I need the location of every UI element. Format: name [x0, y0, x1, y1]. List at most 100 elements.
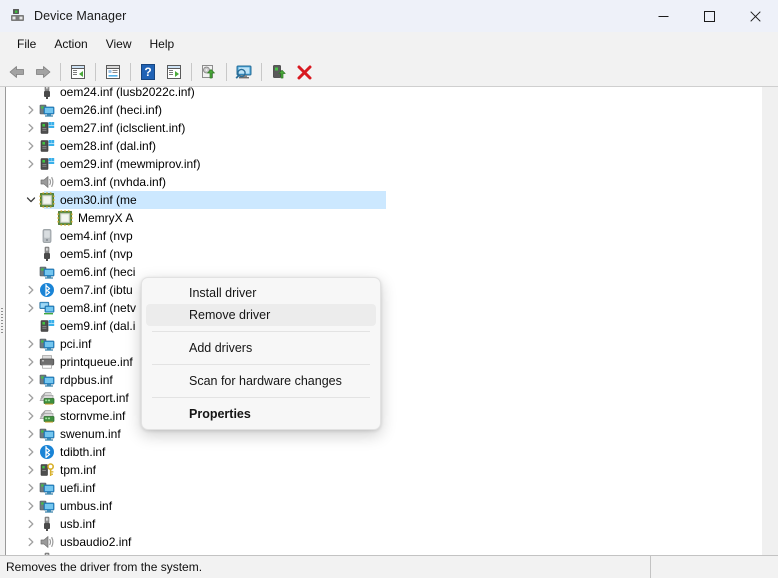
tree-row[interactable]: swenum.inf [6, 425, 778, 443]
toolbar-separator [191, 63, 192, 81]
tree-row[interactable]: oem30.inf (me [6, 191, 778, 209]
help-icon[interactable]: ? [135, 60, 161, 84]
tree-row[interactable]: oem27.inf (iclsclient.inf) [6, 119, 778, 137]
show-hide-action-pane-icon[interactable] [161, 60, 187, 84]
properties-icon[interactable] [100, 60, 126, 84]
tree-row[interactable]: usbaudio2.inf [6, 533, 778, 551]
tree-row[interactable]: oem4.inf (nvp [6, 227, 778, 245]
usb-connector-icon [39, 516, 55, 532]
chevron-right-icon[interactable] [23, 101, 39, 119]
tree-row-label: tpm.inf [60, 462, 96, 478]
menu-view[interactable]: View [97, 34, 141, 55]
show-hide-console-tree-icon[interactable] [65, 60, 91, 84]
chevron-right-icon[interactable] [23, 461, 39, 479]
tree-row[interactable]: spaceport.inf [6, 389, 778, 407]
tree-row[interactable]: oem5.inf (nvp [6, 245, 778, 263]
tree-row-label: printqueue.inf [60, 354, 133, 370]
chevron-right-icon[interactable] [23, 281, 39, 299]
device-manager-window: Device Manager File Action View Help [0, 0, 778, 578]
chevron-down-icon[interactable] [23, 191, 39, 209]
menu-action[interactable]: Action [45, 34, 96, 55]
computer-icon [39, 426, 55, 442]
tree-row-label: pci.inf [60, 336, 91, 352]
chevron-right-icon[interactable] [23, 533, 39, 551]
tree-scrollbar[interactable] [762, 87, 778, 555]
update-driver-icon[interactable] [196, 60, 222, 84]
tree-row[interactable]: oem8.inf (netv [6, 299, 778, 317]
chevron-right-icon[interactable] [23, 353, 39, 371]
forward-icon[interactable] [30, 60, 56, 84]
tree-row-label: oem9.inf (dal.i [60, 318, 135, 334]
svg-text:?: ? [144, 65, 151, 79]
computer-icon [39, 498, 55, 514]
tree-row[interactable]: usb.inf [6, 515, 778, 533]
tree-row-label: oem6.inf (heci [60, 264, 135, 280]
tree-row-label: oem27.inf (iclsclient.inf) [60, 120, 185, 136]
enable-device-icon[interactable] [266, 60, 292, 84]
menu-help[interactable]: Help [141, 34, 184, 55]
tree-row[interactable]: oem28.inf (dal.inf) [6, 137, 778, 155]
menu-file[interactable]: File [8, 34, 45, 55]
tree-row[interactable]: oem26.inf (heci.inf) [6, 101, 778, 119]
tree-row[interactable]: uefi.inf [6, 479, 778, 497]
context-menu-item-scan-for-hardware-changes[interactable]: Scan for hardware changes [146, 370, 376, 392]
tree-row-label: oem4.inf (nvp [60, 228, 133, 244]
chevron-right-icon[interactable] [23, 425, 39, 443]
chevron-right-icon[interactable] [23, 389, 39, 407]
chevron-right-icon[interactable] [23, 137, 39, 155]
chip-icon [39, 192, 55, 208]
tree-row[interactable]: pci.inf [6, 335, 778, 353]
chevron-right-icon[interactable] [23, 335, 39, 353]
tree-row-label: oem26.inf (heci.inf) [60, 102, 162, 118]
chevron-right-icon[interactable] [23, 515, 39, 533]
tree-row[interactable]: oem29.inf (mewmiprov.inf) [6, 155, 778, 173]
chevron-right-icon[interactable] [23, 497, 39, 515]
tree-row-label: usbaudio2.inf [60, 534, 131, 550]
chevron-right-icon[interactable] [23, 479, 39, 497]
close-button[interactable] [732, 0, 778, 32]
context-menu-item-properties[interactable]: Properties [146, 403, 376, 425]
minimize-button[interactable] [640, 0, 686, 32]
chevron-right-icon[interactable] [23, 443, 39, 461]
scan-for-hardware-changes-icon[interactable] [231, 60, 257, 84]
chevron-right-icon[interactable] [23, 407, 39, 425]
chevron-right-icon[interactable] [23, 299, 39, 317]
tree-row[interactable]: rdpbus.inf [6, 371, 778, 389]
tree-row[interactable]: umbus.inf [6, 497, 778, 515]
tree-row[interactable]: tdibth.inf [6, 443, 778, 461]
system-device-icon [39, 120, 55, 136]
tree-row[interactable]: printqueue.inf [6, 353, 778, 371]
device-tree-pane[interactable]: oem24.inf (lusb2022c.inf) oem26.inf (heci… [6, 87, 778, 555]
tree-row[interactable]: stornvme.inf [6, 407, 778, 425]
maximize-button[interactable] [686, 0, 732, 32]
tree-row[interactable]: oem7.inf (ibtu [6, 281, 778, 299]
context-menu: Install driver Remove driver Add drivers… [141, 277, 381, 430]
status-bar: Removes the driver from the system. [0, 555, 778, 578]
tree-row[interactable]: oem6.inf (heci [6, 263, 778, 281]
tree-row[interactable]: MemryX A [6, 209, 778, 227]
tree-row[interactable]: oem24.inf (lusb2022c.inf) [6, 87, 778, 101]
context-menu-item-install-driver[interactable]: Install driver [146, 282, 376, 304]
tree-row-label: swenum.inf [60, 426, 121, 442]
back-icon[interactable] [4, 60, 30, 84]
context-menu-item-add-drivers[interactable]: Add drivers [146, 337, 376, 359]
tree-row[interactable]: oem3.inf (nvhda.inf) [6, 173, 778, 191]
tree-row-label: oem28.inf (dal.inf) [60, 138, 156, 154]
chevron-right-icon[interactable] [23, 119, 39, 137]
tree-row-label: oem24.inf (lusb2022c.inf) [60, 87, 195, 100]
system-device-icon [39, 138, 55, 154]
chevron-right-icon[interactable] [23, 155, 39, 173]
tree-row[interactable]: usbhub3.inf [6, 551, 778, 555]
tree-row[interactable]: oem9.inf (dal.i [6, 317, 778, 335]
storage-controller-icon [39, 390, 55, 406]
tree-row-label: oem8.inf (netv [60, 300, 136, 316]
uninstall-device-icon[interactable] [292, 60, 318, 84]
chip-icon [57, 210, 73, 226]
chevron-right-icon[interactable] [23, 551, 39, 555]
context-menu-item-remove-driver[interactable]: Remove driver [146, 304, 376, 326]
system-device-icon [39, 318, 55, 334]
tree-scrollbar-thumb[interactable] [762, 207, 778, 357]
tree-row[interactable]: tpm.inf [6, 461, 778, 479]
tree-row-label: MemryX A [78, 210, 133, 226]
chevron-right-icon[interactable] [23, 371, 39, 389]
